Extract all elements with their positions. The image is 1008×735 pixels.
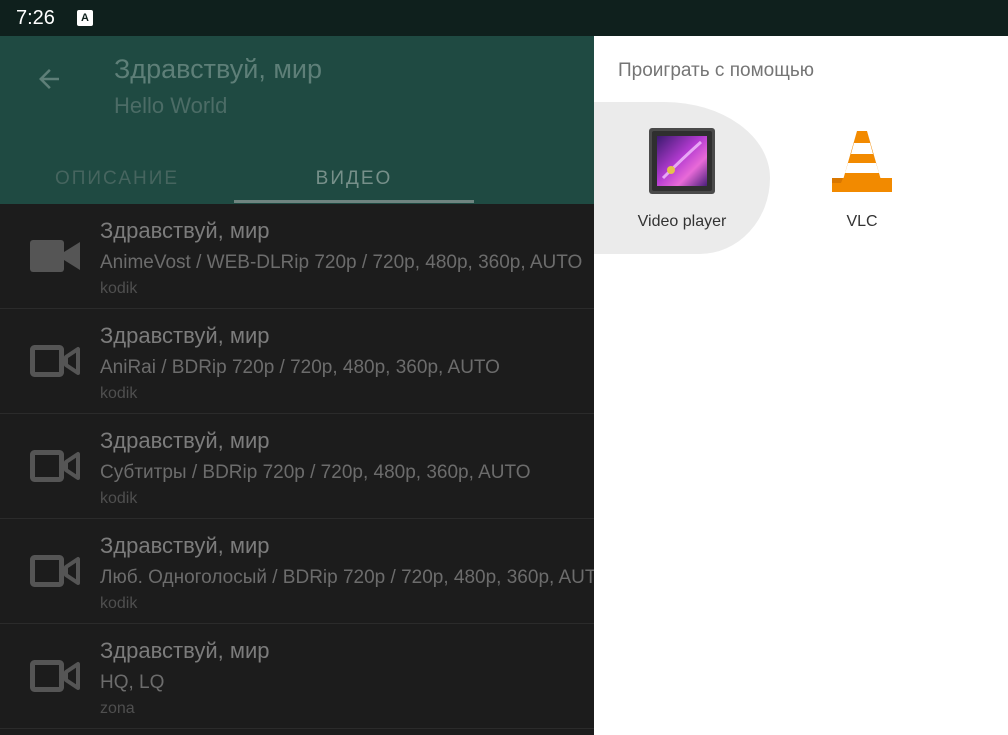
videocam-outline-icon [30, 660, 80, 692]
tab-description[interactable]: ОПИСАНИЕ [0, 156, 234, 202]
back-arrow-icon[interactable] [34, 64, 64, 94]
app-chooser-sheet: Проиграть с помощью Video player VLC [594, 36, 1008, 735]
app-option-vlc[interactable]: VLC [774, 102, 950, 254]
video-source: kodik [100, 490, 138, 507]
tab-indicator [234, 200, 474, 203]
list-item[interactable]: Здравствуй, мир Субтитры / BDRip 720p / … [0, 414, 594, 519]
video-title: Здравствуй, мир [100, 428, 270, 453]
video-details: AnimeVost / WEB-DLRip 720p / 720p, 480p,… [100, 252, 583, 273]
page-title: Здравствуй, мир [114, 54, 322, 84]
status-time: 7:26 [16, 6, 55, 29]
videocam-icon [30, 240, 80, 272]
video-details: Субтитры / BDRip 720p / 720p, 480p, 360p… [100, 462, 531, 483]
video-source: kodik [100, 595, 138, 612]
video-source: kodik [100, 385, 138, 402]
page-subtitle: Hello World [114, 93, 228, 118]
video-title: Здравствуй, мир [100, 638, 270, 663]
list-item[interactable]: Здравствуй, мир AnimeVost / WEB-DLRip 72… [0, 204, 594, 309]
videocam-outline-icon [30, 555, 80, 587]
list-item[interactable]: Здравствуй, мир Люб. Одноголосый / BDRip… [0, 519, 594, 624]
video-details: HQ, LQ [100, 672, 165, 693]
app-bar: Здравствуй, мир Hello World ОПИСАНИЕ ВИД… [0, 36, 594, 204]
app-label: VLC [846, 213, 878, 230]
tab-video[interactable]: ВИДЕО [234, 156, 474, 202]
app-option-video-player[interactable]: Video player [594, 102, 770, 254]
list-item[interactable]: Здравствуй, мир AniRai / BDRip 720p / 72… [0, 309, 594, 414]
notification-icon: A [76, 10, 93, 26]
video-title: Здравствуй, мир [100, 533, 270, 558]
video-title: Здравствуй, мир [100, 323, 270, 348]
video-details: AniRai / BDRip 720p / 720p, 480p, 360p, … [100, 357, 500, 378]
video-player-icon [649, 128, 715, 194]
status-bar: 7:26 A [0, 0, 1008, 36]
video-source: kodik [100, 280, 138, 297]
vlc-cone-icon [832, 131, 892, 192]
video-list: Здравствуй, мир AnimeVost / WEB-DLRip 72… [0, 204, 594, 735]
app-label: Video player [637, 213, 727, 230]
video-title: Здравствуй, мир [100, 218, 270, 243]
list-item[interactable]: Здравствуй, мир HQ, LQ zona [0, 624, 594, 729]
videocam-outline-icon [30, 450, 80, 482]
chooser-heading: Проиграть с помощью [618, 60, 814, 81]
videocam-outline-icon [30, 345, 80, 377]
video-details: Люб. Одноголосый / BDRip 720p / 720p, 48… [100, 567, 594, 588]
video-source: zona [100, 700, 135, 717]
